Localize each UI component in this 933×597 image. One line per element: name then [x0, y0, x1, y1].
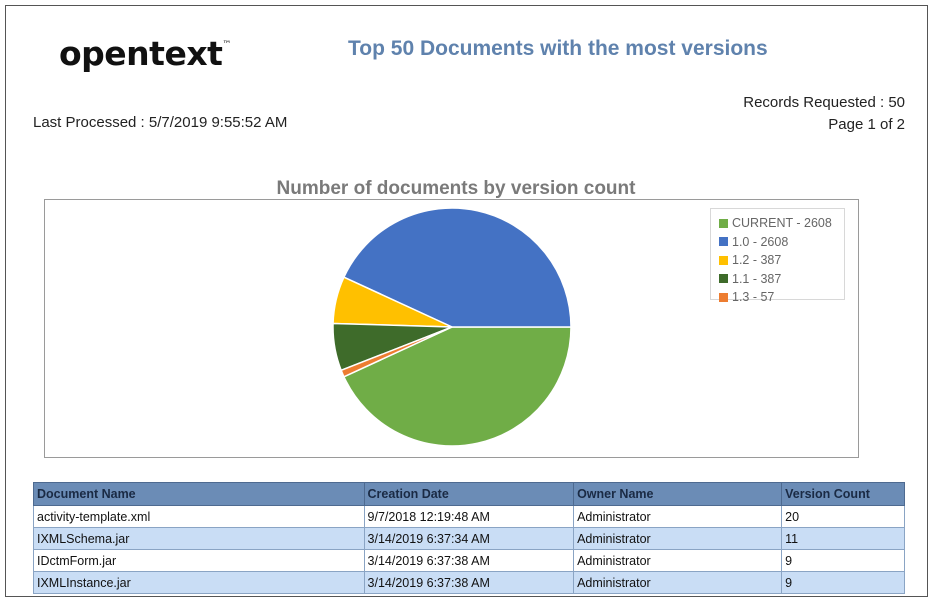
- legend-swatch: [719, 237, 728, 247]
- records-info: Records Requested : 50 Page 1 of 2: [743, 92, 905, 136]
- cell-owner-name: Administrator: [573, 549, 783, 572]
- column-header-creation-date: Creation Date: [363, 482, 575, 506]
- column-header-document-name: Document Name: [33, 482, 365, 506]
- legend-label: 1.1 - 387: [732, 271, 782, 286]
- cell-version-count: 20: [781, 505, 905, 528]
- table-row: IXMLInstance.jar 3/14/2019 6:37:38 AM Ad…: [33, 571, 905, 594]
- legend-item: 1.2 - 387: [719, 251, 844, 270]
- legend-swatch: [719, 218, 728, 228]
- legend-item: 1.0 - 2608: [719, 233, 844, 252]
- cell-owner-name: Administrator: [573, 527, 783, 550]
- legend-swatch: [719, 292, 728, 302]
- chart-title: Number of documents by version count: [276, 178, 636, 199]
- cell-document-name: activity-template.xml: [33, 505, 365, 528]
- cell-creation-date: 3/14/2019 6:37:34 AM: [363, 527, 575, 550]
- legend-label: CURRENT - 2608: [732, 216, 832, 231]
- legend-label: 1.3 - 57: [732, 290, 775, 305]
- legend-item: CURRENT - 2608: [719, 214, 844, 233]
- column-header-owner-name: Owner Name: [573, 482, 783, 506]
- documents-table: Document Name Creation Date Owner Name V…: [33, 482, 905, 594]
- last-processed-text: Last Processed : 5/7/2019 9:55:52 AM: [33, 114, 288, 131]
- legend-label: 1.2 - 387: [732, 253, 782, 268]
- opentext-logo: opentext™: [59, 34, 231, 73]
- records-requested-text: Records Requested : 50: [743, 94, 905, 111]
- table-row: IDctmForm.jar 3/14/2019 6:37:38 AM Admin…: [33, 549, 905, 572]
- cell-document-name: IDctmForm.jar: [33, 549, 365, 572]
- chart-legend: CURRENT - 2608 1.0 - 2608 1.2 - 387 1.1 - 3…: [710, 208, 845, 304]
- legend-item: 1.3 - 57: [719, 288, 844, 307]
- table-header-row: Document Name Creation Date Owner Name V…: [33, 482, 905, 506]
- page-number-text: Page 1 of 2: [828, 116, 905, 133]
- table-row: activity-template.xml 9/7/2018 12:19:48 …: [33, 505, 905, 528]
- report-title: Top 50 Documents with the most versions: [348, 37, 768, 60]
- cell-document-name: IXMLSchema.jar: [33, 527, 365, 550]
- pie-chart-container: CURRENT - 2608 1.0 - 2608 1.2 - 387 1.1 - 3…: [44, 199, 859, 458]
- legend-swatch: [719, 274, 728, 284]
- cell-creation-date: 9/7/2018 12:19:48 AM: [363, 505, 575, 528]
- legend-swatch: [719, 255, 728, 265]
- cell-creation-date: 3/14/2019 6:37:38 AM: [363, 549, 575, 572]
- column-header-version-count: Version Count: [781, 482, 905, 506]
- cell-version-count: 11: [781, 527, 905, 550]
- cell-creation-date: 3/14/2019 6:37:38 AM: [363, 571, 575, 594]
- cell-version-count: 9: [781, 571, 905, 594]
- cell-version-count: 9: [781, 549, 905, 572]
- legend-label: 1.0 - 2608: [732, 234, 789, 249]
- cell-owner-name: Administrator: [573, 505, 783, 528]
- report-page: opentext™ Top 50 Documents with the most…: [5, 5, 928, 597]
- legend-item: 1.1 - 387: [719, 270, 844, 289]
- table-row: IXMLSchema.jar 3/14/2019 6:37:34 AM Admi…: [33, 527, 905, 550]
- cell-owner-name: Administrator: [573, 571, 783, 594]
- cell-document-name: IXMLInstance.jar: [33, 571, 365, 594]
